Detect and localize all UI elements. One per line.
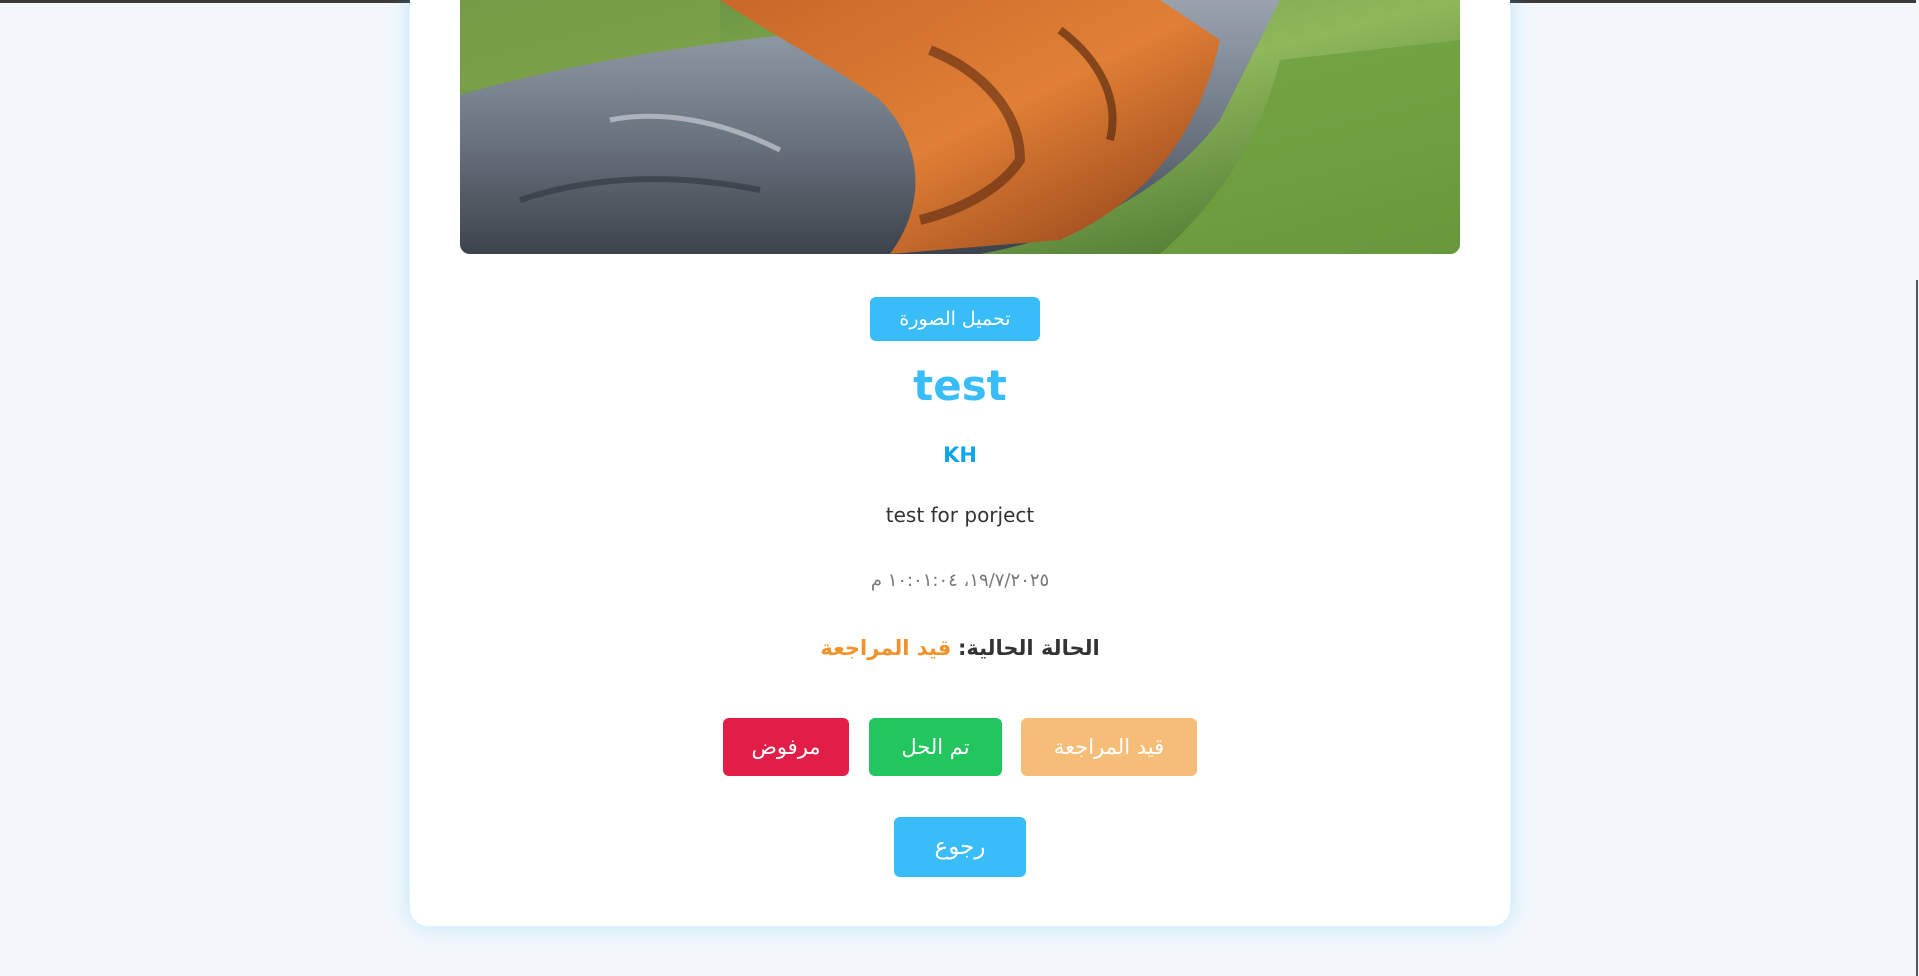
status-value: قيد المراجعة bbox=[820, 636, 952, 660]
set-solved-button[interactable]: تم الحل bbox=[869, 718, 1002, 776]
report-author: KH bbox=[943, 443, 977, 467]
back-button[interactable]: رجوع bbox=[894, 817, 1026, 877]
status-label: الحالة الحالية: bbox=[957, 636, 1100, 660]
set-rejected-button[interactable]: مرفوض bbox=[723, 718, 849, 776]
report-datetime: ١٩/٧/٢٠٢٥، ١٠:٠١:٠٤ م bbox=[870, 570, 1050, 591]
report-card: تحميل الصورة test KH test for porject ١٩… bbox=[410, 0, 1510, 926]
scrollbar-thumb[interactable] bbox=[1916, 280, 1918, 976]
download-image-button[interactable]: تحميل الصورة bbox=[870, 297, 1040, 341]
report-description: test for porject bbox=[885, 503, 1035, 527]
status-line: الحالة الحالية: قيد المراجعة bbox=[410, 632, 1510, 664]
set-pending-button[interactable]: قيد المراجعة bbox=[1021, 718, 1197, 776]
report-title: test bbox=[913, 361, 1007, 410]
report-photo bbox=[460, 0, 1460, 254]
